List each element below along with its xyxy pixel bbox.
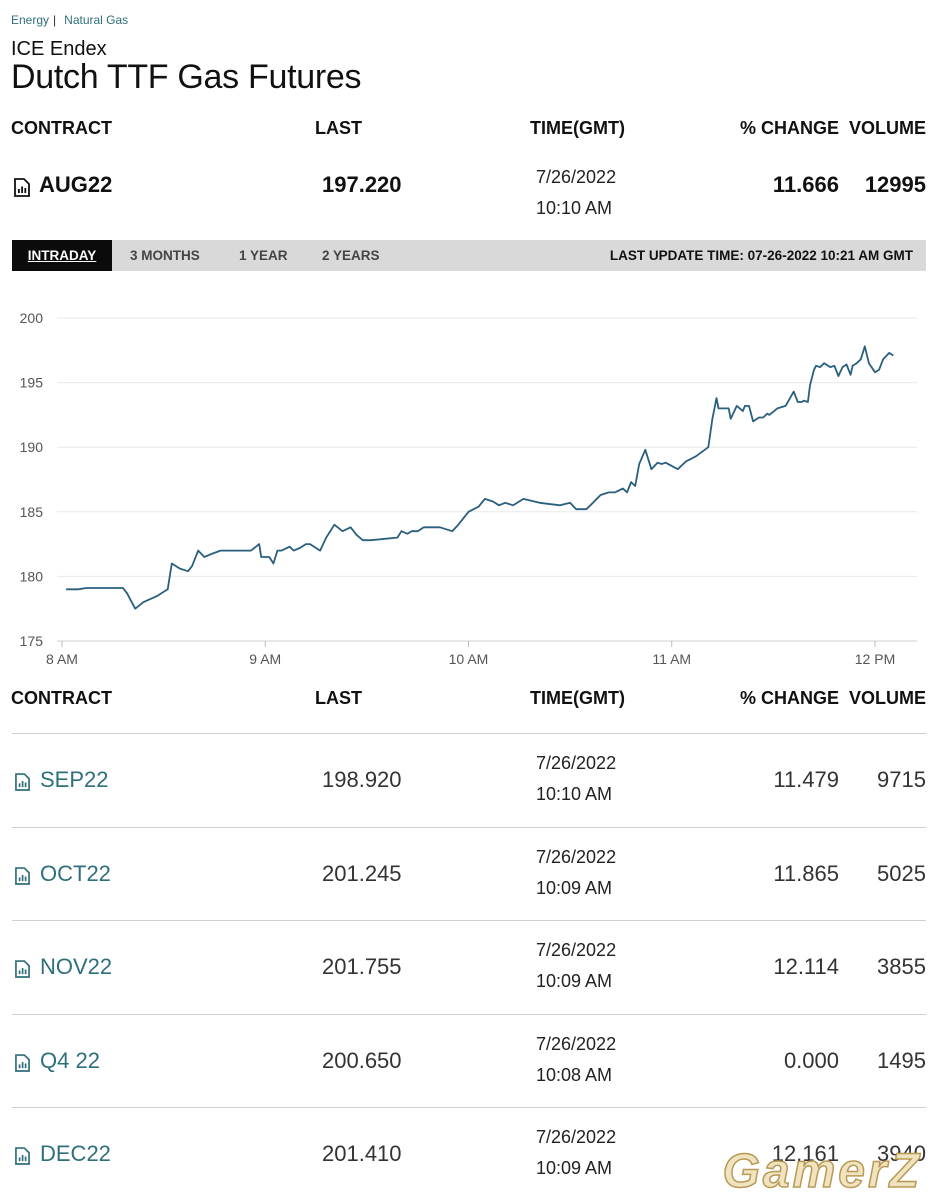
header-volume: VOLUME [848,118,926,138]
contract-change: 11.865 [773,861,839,886]
x-tick-label: 12 PM [855,651,895,667]
watermark-logo: GamerZ [722,1144,922,1199]
header-change: % CHANGE [740,118,840,138]
contract-date: 7/26/2022 [536,753,617,773]
row-divider [12,920,926,921]
contract-change: 0.000 [783,1048,839,1073]
page-title: Dutch TTF Gas Futures [11,58,362,96]
contract-time: 10:09 AM [536,878,613,898]
price-series-line [66,345,894,610]
chart-document-icon[interactable] [15,867,30,885]
contract-link[interactable]: DEC22 [40,1141,111,1167]
header-time: TIME(GMT) [530,118,625,138]
tab-intraday[interactable]: INTRADAY [12,240,112,271]
contract-last: 201.245 [322,861,402,886]
contract-time: 10:09 AM [536,1158,613,1178]
table-header-last: LAST [315,688,362,708]
main-contract-time: 10:10 AM [536,198,613,218]
x-tick-label: 11 AM [652,651,691,667]
chart-document-icon[interactable] [15,960,30,978]
contract-time: 10:08 AM [536,1065,613,1085]
main-contract-name[interactable]: AUG22 [39,172,112,198]
main-contract-last: 197.220 [322,172,402,197]
breadcrumb-natural-gas-link[interactable]: Natural Gas [64,13,128,27]
breadcrumb-energy-link[interactable]: Energy [11,13,49,27]
contract-volume: 5025 [877,861,926,886]
contract-date: 7/26/2022 [536,847,617,867]
table-header-contract: CONTRACT [11,688,112,708]
contract-volume: 9715 [877,767,926,792]
row-divider [12,1014,926,1015]
tab-3-months[interactable]: 3 MONTHS [130,240,200,271]
chart-document-icon[interactable] [14,178,30,197]
contract-last: 201.410 [322,1141,402,1166]
table-header-time: TIME(GMT) [530,688,625,708]
y-tick-label: 190 [20,439,44,455]
contract-change: 11.479 [773,767,839,792]
header-last: LAST [315,118,362,138]
contract-change: 12.114 [773,954,839,979]
intraday-price-chart: 175 180 185 190 195 200 8 AM 9 AM 10 AM 11 AM 12 … [20,310,917,667]
y-tick-label: 200 [20,310,44,326]
header-contract: CONTRACT [11,118,112,138]
contract-volume: 1495 [877,1048,926,1073]
x-tick-label: 10 AM [449,651,489,667]
contract-time: 10:10 AM [536,784,613,804]
contract-link[interactable]: SEP22 [40,767,109,793]
table-header-change: % CHANGE [740,688,840,708]
chart-document-icon[interactable] [15,1147,30,1165]
x-tick-label: 8 AM [46,651,78,667]
y-tick-label: 195 [20,375,44,391]
contract-link[interactable]: NOV22 [40,954,112,980]
y-tick-label: 185 [20,504,44,520]
chart-document-icon[interactable] [15,773,30,791]
chart-range-tabs: INTRADAY 3 MONTHS 1 YEAR 2 YEARS LAST UP… [12,240,926,271]
contract-link[interactable]: OCT22 [40,861,111,887]
contract-date: 7/26/2022 [536,1127,617,1147]
table-header-volume: VOLUME [848,688,926,708]
breadcrumb-separator: | [53,13,57,27]
contract-link[interactable]: Q4 22 [40,1048,100,1074]
y-tick-label: 180 [20,568,44,584]
row-divider [12,827,926,828]
contract-date: 7/26/2022 [536,1034,617,1054]
tab-1-year[interactable]: 1 YEAR [239,240,288,271]
tab-2-years[interactable]: 2 YEARS [322,240,380,271]
contract-volume: 3855 [877,954,926,979]
chart-document-icon[interactable] [15,1054,30,1072]
contract-time: 10:09 AM [536,971,613,991]
row-divider [12,1107,926,1108]
contract-date: 7/26/2022 [536,940,617,960]
y-tick-label: 175 [20,633,44,649]
main-contract-date: 7/26/2022 [536,167,617,187]
contract-last: 198.920 [322,767,402,792]
contract-last: 200.650 [322,1048,402,1073]
last-update-time: LAST UPDATE TIME: 07-26-2022 10:21 AM GM… [609,248,913,263]
breadcrumb: Energy | Natural Gas [11,13,128,27]
x-tick-label: 9 AM [249,651,281,667]
main-contract-change: 11.666 [772,172,839,197]
contract-last: 201.755 [322,954,402,979]
main-contract-volume: 12995 [864,172,926,197]
row-divider [12,733,926,734]
